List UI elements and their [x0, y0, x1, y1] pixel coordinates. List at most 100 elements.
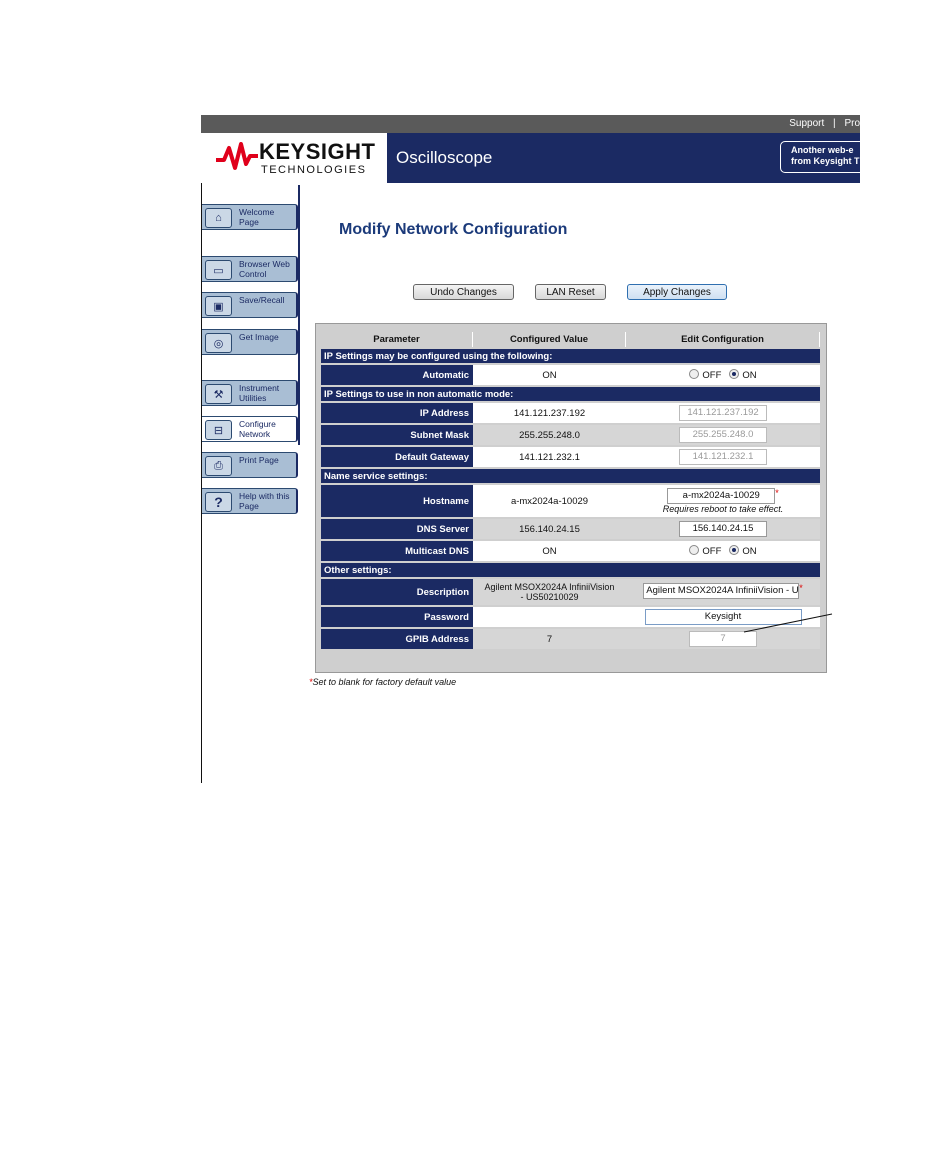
brand-name: KEYSIGHT — [259, 139, 376, 164]
promo-line-1: Another web-e — [791, 145, 854, 155]
sidebar-item-welcome-page[interactable]: ⌂ Welcome Page — [202, 204, 298, 230]
table-row-hostname: Hostname a-mx2024a-10029 a-mx2024a-10029… — [321, 485, 820, 517]
sidebar-item-browser-web-control[interactable]: ▭ Browser Web Control — [202, 256, 298, 282]
row-edit-cell: 255.255.248.0 — [626, 425, 820, 445]
table-row-dns-server: DNS Server 156.140.24.15 156.140.24.15 — [321, 519, 820, 539]
row-edit-cell: Agilent MSOX2024A InfiniiVision - U* — [626, 579, 820, 605]
section-label: Other settings: — [321, 563, 820, 577]
sidebar-item-print-page[interactable]: ⎙ Print Page — [202, 452, 298, 478]
promo-link[interactable]: Another web-e from Keysight T — [780, 141, 860, 173]
sidebar-item-label: Welcome Page — [239, 207, 275, 227]
sidebar-item-label: Browser Web Control — [239, 259, 290, 279]
lan-reset-button[interactable]: LAN Reset — [535, 284, 606, 300]
description-value-line-2: - US50210029 — [520, 592, 579, 602]
table-row-default-gateway: Default Gateway 141.121.232.1 141.121.23… — [321, 447, 820, 467]
reboot-note: Requires reboot to take effect. — [662, 503, 784, 514]
apply-changes-button[interactable]: Apply Changes — [627, 284, 727, 300]
required-star: * — [775, 487, 779, 498]
home-icon: ⌂ — [205, 208, 232, 228]
row-edit-cell: 141.121.237.192 — [626, 403, 820, 423]
sidebar-divider — [298, 185, 300, 445]
hostname-input[interactable]: a-mx2024a-10029 — [667, 487, 776, 504]
sidebar-item-get-image[interactable]: ◎ Get Image — [202, 329, 298, 355]
support-link[interactable]: Support — [789, 118, 824, 129]
top-link-bar: Support | Pro — [201, 115, 860, 133]
table-row-automatic: Automatic ON OFF ON — [321, 365, 820, 385]
automatic-radio-group: OFF ON — [626, 365, 820, 385]
radio-label-off: OFF — [702, 546, 722, 557]
gpib-address-input[interactable]: 7 — [689, 631, 757, 647]
table-row-password: Password Keysight — [321, 607, 820, 627]
keysight-logo[interactable]: KEYSIGHT TECHNOLOGIES — [201, 133, 387, 183]
row-label: GPIB Address — [321, 629, 473, 649]
sidebar-item-label: Instrument Utilities — [239, 383, 280, 403]
scope-icon: ▭ — [205, 260, 232, 280]
row-label: Hostname — [321, 485, 473, 517]
automatic-off-radio[interactable] — [689, 369, 700, 379]
section-label: IP Settings may be configured using the … — [321, 349, 820, 363]
description-value-line-1: Agilent MSOX2024A InfiniiVision — [484, 582, 615, 592]
table-row-multicast-dns: Multicast DNS ON OFF ON — [321, 541, 820, 561]
undo-changes-button[interactable]: Undo Changes — [413, 284, 514, 300]
disk-icon: ▣ — [205, 296, 232, 316]
row-label: Description — [321, 579, 473, 605]
sidebar-item-help[interactable]: ? Help with this Page — [202, 488, 298, 514]
link-separator: | — [833, 118, 836, 129]
password-input[interactable]: Keysight — [644, 609, 802, 625]
table-header-row: Parameter Configured Value Edit Configur… — [321, 332, 820, 347]
subnet-mask-input[interactable]: 255.255.248.0 — [679, 427, 767, 443]
row-value: ON — [473, 541, 626, 561]
row-value: 141.121.237.192 — [473, 403, 626, 423]
multicast-radio-group: OFF ON — [626, 541, 820, 561]
header-edit-configuration: Edit Configuration — [626, 332, 820, 347]
row-label: Password — [321, 607, 473, 627]
section-label: Name service settings: — [321, 469, 820, 483]
section-other: Other settings: — [321, 563, 820, 577]
multicast-off-radio[interactable] — [689, 545, 700, 555]
sidebar-item-label: Save/Recall — [239, 295, 285, 305]
default-gateway-input[interactable]: 141.121.232.1 — [679, 449, 767, 465]
row-label: Subnet Mask — [321, 425, 473, 445]
products-link[interactable]: Pro — [844, 118, 860, 129]
section-label: IP Settings to use in non automatic mode… — [321, 387, 820, 401]
product-title: Oscilloscope — [396, 148, 493, 167]
sidebar-item-configure-network[interactable]: ⊟ Configure Network — [202, 416, 298, 442]
question-icon: ? — [205, 492, 232, 512]
row-edit-cell: 7 — [626, 629, 820, 649]
row-label: IP Address — [321, 403, 473, 423]
camera-icon: ◎ — [205, 333, 232, 353]
sidebar-item-instrument-utilities[interactable]: ⚒ Instrument Utilities — [202, 380, 298, 406]
row-value: 7 — [473, 629, 626, 649]
sidebar-item-save-recall[interactable]: ▣ Save/Recall — [202, 292, 298, 318]
row-value: 156.140.24.15 — [473, 519, 626, 539]
description-input[interactable]: Agilent MSOX2024A InfiniiVision - U — [643, 582, 800, 599]
row-label: DNS Server — [321, 519, 473, 539]
network-config-table: Parameter Configured Value Edit Configur… — [315, 323, 827, 673]
footnote-text: Set to blank for factory default value — [312, 677, 457, 687]
sidebar-item-label: Print Page — [239, 455, 279, 465]
row-value: a-mx2024a-10029 — [473, 485, 626, 517]
multicast-on-radio[interactable] — [729, 545, 740, 555]
radio-label-off: OFF — [702, 370, 722, 381]
row-edit-cell: a-mx2024a-10029 * Requires reboot to take… — [626, 485, 820, 517]
dns-server-input[interactable]: 156.140.24.15 — [679, 521, 767, 537]
wrench-icon: ⚒ — [205, 384, 232, 404]
network-icon: ⊟ — [205, 420, 232, 440]
printer-icon: ⎙ — [205, 456, 232, 476]
section-ip-manual: IP Settings to use in non automatic mode… — [321, 387, 820, 401]
table-row-subnet-mask: Subnet Mask 255.255.248.0 255.255.248.0 — [321, 425, 820, 445]
row-value: 141.121.232.1 — [473, 447, 626, 467]
header-parameter: Parameter — [321, 332, 473, 347]
sidebar-item-label: Get Image — [239, 332, 279, 342]
automatic-on-radio[interactable] — [729, 369, 740, 379]
row-label: Default Gateway — [321, 447, 473, 467]
row-label: Multicast DNS — [321, 541, 473, 561]
page-title: Modify Network Configuration — [339, 221, 568, 238]
row-edit-cell: 156.140.24.15 — [626, 519, 820, 539]
header-banner: KEYSIGHT TECHNOLOGIES Oscilloscope Anoth… — [201, 133, 860, 183]
row-value: Agilent MSOX2024A InfiniiVision - US5021… — [473, 579, 626, 605]
ip-address-input[interactable]: 141.121.237.192 — [679, 405, 767, 421]
keysight-wave-icon — [216, 142, 258, 170]
radio-label-on: ON — [742, 546, 757, 557]
radio-label-on: ON — [742, 370, 757, 381]
